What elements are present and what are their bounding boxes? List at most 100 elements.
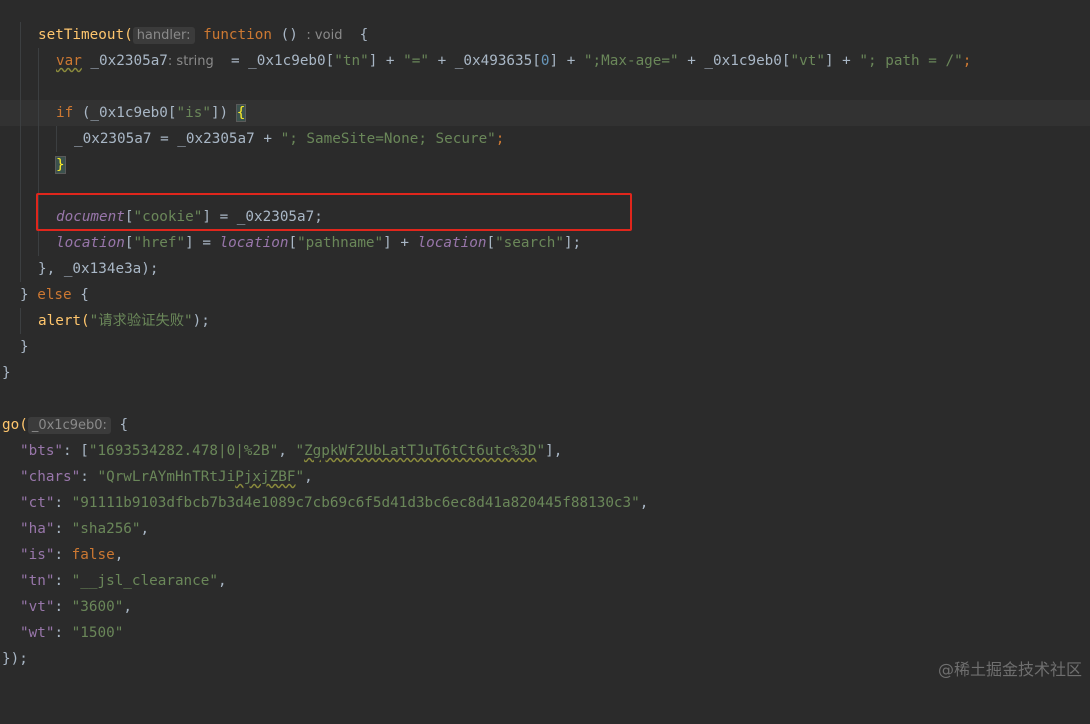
code-line-4[interactable]: if (_0x1c9eb0["is"]) { xyxy=(0,100,1090,126)
token-plain: = _0x1c9eb0[ xyxy=(213,53,335,69)
token-plain: : xyxy=(54,521,72,537)
indent-guide xyxy=(20,152,21,178)
code-line-17[interactable]: "bts": ["1693534282.478|0|%2B", "ZgpkWf2… xyxy=(0,438,1090,464)
code-line-13[interactable]: } xyxy=(0,334,1090,360)
code-text: "is": false, xyxy=(20,542,123,568)
token-plain: } xyxy=(2,365,11,381)
code-line-1[interactable]: setTimeout(handler: function () : void { xyxy=(0,22,1090,48)
code-text: alert("请求验证失败"); xyxy=(38,308,210,334)
token-json-key: "vt" xyxy=(20,599,55,615)
code-line-11[interactable]: } else { xyxy=(0,282,1090,308)
token-string: "vt" xyxy=(790,53,825,69)
token-plain: [ xyxy=(288,235,298,251)
token-plain: , xyxy=(639,495,649,511)
code-line-18[interactable]: "chars": "QrwLrAYmHnTRtJiPjxjZBF", xyxy=(0,464,1090,490)
code-text: _0x2305a7 = _0x2305a7 + "; SameSite=None… xyxy=(74,126,504,152)
indent-guide xyxy=(20,126,21,152)
code-line-14[interactable]: } xyxy=(0,360,1090,386)
watermark: @稀土掘金技术社区 xyxy=(937,660,1082,679)
code-line-3[interactable] xyxy=(0,74,1090,100)
token-plain: : xyxy=(54,599,72,615)
token-string: " xyxy=(295,443,305,459)
code-line-20[interactable]: "ha": "sha256", xyxy=(0,516,1090,542)
code-line-5[interactable]: _0x2305a7 = _0x2305a7 + "; SameSite=None… xyxy=(0,126,1090,152)
token-string: "3600" xyxy=(71,599,124,615)
token-json-key: "ct" xyxy=(20,495,55,511)
code-line-19[interactable]: "ct": "91111b9103dfbcb7b3d4e1089c7cb69c6… xyxy=(0,490,1090,516)
code-line-9[interactable]: location["href"] = location["pathname"] … xyxy=(0,230,1090,256)
token-plain: ] + xyxy=(824,53,860,69)
token-string: "pathname" xyxy=(297,235,384,251)
token-string: "sha256" xyxy=(71,521,141,537)
code-text: } xyxy=(55,152,66,178)
code-text: } xyxy=(2,360,11,386)
token-plain: _0x2305a7 = _0x2305a7 + xyxy=(74,131,281,147)
token-plain: ]) xyxy=(210,105,237,121)
indent-guide xyxy=(38,48,39,74)
token-punct: ; xyxy=(495,131,505,147)
token-string: " xyxy=(536,443,546,459)
token-plain: : xyxy=(54,573,72,589)
indent-guide xyxy=(20,74,21,100)
token-plain: , xyxy=(304,469,313,485)
indent-guide xyxy=(38,100,39,126)
code-line-10[interactable]: }, _0x134e3a); xyxy=(0,256,1090,282)
token-plain: ] + xyxy=(383,235,418,251)
token-plain: }); xyxy=(2,651,28,667)
indent-guide xyxy=(20,22,21,48)
token-function-call: setTimeout( xyxy=(38,27,133,43)
token-plain: { xyxy=(110,417,129,433)
code-line-12[interactable]: alert("请求验证失败"); xyxy=(0,308,1090,334)
token-keyword: function xyxy=(203,27,272,43)
token-plain: ]; xyxy=(563,235,582,251)
token-global: location xyxy=(417,235,487,251)
code-line-25[interactable]: }); xyxy=(0,646,1090,672)
code-line-24[interactable]: "wt": "1500" xyxy=(0,620,1090,646)
code-line-23[interactable]: "vt": "3600", xyxy=(0,594,1090,620)
token-plain: : [ xyxy=(63,443,89,459)
token-keyword: var xyxy=(56,53,82,69)
code-line-21[interactable]: "is": false, xyxy=(0,542,1090,568)
token-string: "1500" xyxy=(71,625,124,641)
token-plain: ] = xyxy=(185,235,220,251)
type-hint: : string xyxy=(167,54,214,69)
token-plain: , xyxy=(123,599,132,615)
code-text: "wt": "1500" xyxy=(20,620,123,646)
token-string: "; path = /" xyxy=(859,53,963,69)
token-plain: ] + xyxy=(368,53,404,69)
code-line-6[interactable]: } xyxy=(0,152,1090,178)
param-hint: _0x1c9eb0: xyxy=(27,417,111,434)
token-plain: ], xyxy=(545,443,563,459)
token-string: "; SameSite=None; Secure" xyxy=(280,131,496,147)
matched-brace: } xyxy=(55,156,66,174)
token-json-key: "chars" xyxy=(20,469,81,485)
token-plain: } xyxy=(20,339,29,355)
indent-guide xyxy=(20,256,21,282)
indent-guide xyxy=(20,178,21,204)
token-json-key: "is" xyxy=(20,547,55,563)
token-plain: } xyxy=(20,287,38,303)
code-text: "chars": "QrwLrAYmHnTRtJiPjxjZBF", xyxy=(20,464,313,490)
token-plain: ] + xyxy=(549,53,584,69)
token-json-key: "bts" xyxy=(20,443,64,459)
matched-brace: { xyxy=(235,104,247,122)
token-string: "href" xyxy=(133,235,186,251)
token-string: "is" xyxy=(176,105,211,121)
code-line-22[interactable]: "tn": "__jsl_clearance", xyxy=(0,568,1090,594)
code-text: "ct": "91111b9103dfbcb7b3d4e1089c7cb69c6… xyxy=(20,490,648,516)
token-plain: { xyxy=(342,27,369,43)
code-text: "tn": "__jsl_clearance", xyxy=(20,568,227,594)
code-line-2[interactable]: var _0x2305a7: string = _0x1c9eb0["tn"] … xyxy=(0,48,1090,74)
token-plain: ); xyxy=(192,313,210,329)
code-line-15[interactable] xyxy=(0,386,1090,412)
code-text: } xyxy=(20,334,29,360)
code-line-16[interactable]: go(_0x1c9eb0: { xyxy=(0,412,1090,438)
token-plain: + _0x1c9eb0[ xyxy=(678,53,791,69)
token-string: "tn" xyxy=(334,53,369,69)
red-highlight-box xyxy=(36,193,632,231)
token-string: " xyxy=(295,469,305,485)
indent-guide xyxy=(38,74,39,100)
code-text: } else { xyxy=(20,282,89,308)
code-editor[interactable]: setTimeout(handler: function () : void {… xyxy=(0,0,1090,686)
code-text: "bts": ["1693534282.478|0|%2B", "ZgpkWf2… xyxy=(20,438,562,464)
